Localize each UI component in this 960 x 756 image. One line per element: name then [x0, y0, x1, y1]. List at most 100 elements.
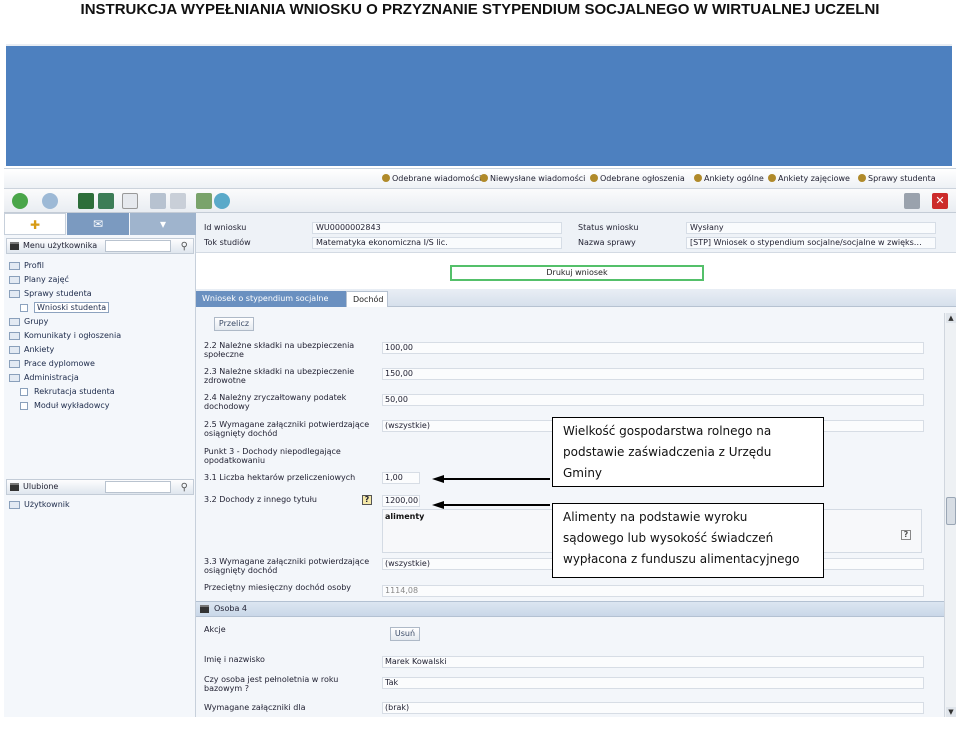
tok-label: Tok studiów — [204, 238, 251, 247]
folder-icon — [9, 501, 20, 509]
field-label: 3.3 Wymagane załączniki potwierdzające o… — [204, 557, 370, 575]
vertical-scrollbar[interactable]: ▲ ▼ — [944, 313, 956, 717]
quick-links-bar: Odebrane wiadomości Niewysłane wiadomośc… — [4, 169, 956, 189]
tools-icon[interactable] — [904, 193, 920, 209]
link-label: Ankiety zajęciowe — [778, 174, 850, 183]
check-icon[interactable] — [196, 193, 212, 209]
sidebar-item[interactable]: Wnioski studenta — [8, 301, 121, 315]
form-tabs: Wniosek o stypendium socjalne Dochód — [196, 289, 956, 307]
person-section-header: Osoba 4 — [196, 601, 944, 617]
favorites-search-input[interactable] — [105, 481, 171, 493]
callout-line: sądowego lub wysokość świadczeń — [563, 531, 774, 545]
folder-icon — [9, 360, 20, 368]
refresh-icon[interactable] — [214, 193, 230, 209]
scroll-thumb[interactable] — [946, 497, 956, 525]
status-label: Status wniosku — [578, 223, 639, 232]
mail-icon[interactable] — [98, 193, 114, 209]
sidebar-tab-home[interactable]: ✚ — [4, 213, 66, 235]
sidebar-item[interactable]: Profil — [8, 259, 121, 273]
tok-value: Matematyka ekonomiczna I/S lic. — [312, 237, 562, 249]
other-income-field[interactable]: 1200,00 — [382, 495, 420, 507]
person-header-label: Osoba 4 — [214, 604, 247, 613]
print-application-button[interactable]: Drukuj wniosek — [450, 265, 704, 281]
tab-income[interactable]: Dochód — [346, 291, 388, 307]
tab-social-scholarship[interactable]: Wniosek o stypendium socjalne — [196, 291, 346, 307]
sidebar-item-label: Moduł wykładowcy — [34, 401, 110, 410]
document-icon — [20, 304, 28, 312]
favorites-header: Ulubione ⚲ — [6, 479, 194, 495]
menu-search-input[interactable] — [105, 240, 171, 252]
person-adult-field[interactable]: Tak — [382, 677, 924, 689]
new-doc-icon[interactable] — [122, 193, 138, 209]
folder-icon — [9, 262, 20, 270]
scroll-down-icon[interactable]: ▼ — [946, 707, 956, 717]
link-received-messages[interactable]: Odebrane wiadomości — [382, 174, 481, 183]
arrow-left-icon — [432, 501, 444, 509]
sidebar-item[interactable]: Grupy — [8, 315, 121, 329]
sidebar-tab-mail[interactable]: ✉ — [67, 213, 129, 235]
status-value: Wysłany — [686, 222, 936, 234]
link-label: Sprawy studenta — [868, 174, 936, 183]
field-label: Wymagane załączniki dla — [204, 703, 306, 712]
person-name-field[interactable]: Marek Kowalski — [382, 656, 924, 668]
document-icon — [20, 388, 28, 396]
sidebar: ✚ ✉ ▾ Menu użytkownika ⚲ Profil Plany zaj… — [4, 213, 196, 717]
field-label: 2.5 Wymagane załączniki potwierdzające o… — [204, 420, 370, 438]
callout-line: wypłacona z funduszu alimentacyjnego — [563, 552, 800, 566]
sidebar-item[interactable]: Moduł wykładowcy — [8, 399, 121, 413]
user-menu-header: Menu użytkownika ⚲ — [6, 238, 194, 254]
field-label: 2.4 Należny zryczałtowany podatek dochod… — [204, 393, 347, 411]
link-class-surveys[interactable]: Ankiety zajęciowe — [768, 174, 850, 183]
help-icon[interactable]: ? — [901, 530, 911, 540]
field-label: Akcje — [204, 625, 226, 634]
sidebar-item[interactable]: Komunikaty i ogłoszenia — [8, 329, 121, 343]
field-label: 2.2 Należne składki na ubezpieczenia spo… — [204, 341, 355, 359]
sidebar-item-label: Profil — [24, 261, 44, 270]
back-arrow-icon[interactable] — [12, 193, 28, 209]
sidebar-item-label: Użytkownik — [24, 500, 70, 509]
search-icon[interactable]: ⚲ — [181, 481, 188, 495]
arrow-line — [440, 478, 550, 480]
folder-icon — [9, 318, 20, 326]
pencil-icon — [480, 174, 488, 182]
field-value[interactable]: 50,00 — [382, 394, 924, 406]
field-value[interactable]: 150,00 — [382, 368, 924, 380]
link-unsent-messages[interactable]: Niewysłane wiadomości — [480, 174, 585, 183]
delete-icon[interactable] — [170, 193, 186, 209]
recalculate-button[interactable]: Przelicz — [214, 317, 254, 331]
sidebar-item[interactable]: Użytkownik — [8, 498, 70, 512]
field-label: 3.1 Liczba hektarów przeliczeniowych — [204, 473, 356, 482]
close-icon[interactable]: ✕ — [932, 193, 948, 209]
search-icon[interactable]: ⚲ — [181, 240, 188, 254]
scroll-up-icon[interactable]: ▲ — [946, 313, 956, 323]
sidebar-item-label: Plany zajęć — [24, 275, 69, 284]
sidebar-item[interactable]: Plany zajęć — [8, 273, 121, 287]
sidebar-item[interactable]: Rekrutacja studenta — [8, 385, 121, 399]
folder-icon — [9, 374, 20, 382]
link-label: Odebrane ogłoszenia — [600, 174, 685, 183]
link-received-announcements[interactable]: Odebrane ogłoszenia — [590, 174, 685, 183]
link-label: Odebrane wiadomości — [392, 174, 482, 183]
panel-icon[interactable] — [78, 193, 94, 209]
remove-person-button[interactable]: Usuń — [390, 627, 420, 641]
callout-line: Alimenty na podstawie wyroku — [563, 510, 748, 524]
sidebar-item[interactable]: Prace dyplomowe — [8, 357, 121, 371]
field-value[interactable]: 100,00 — [382, 342, 924, 354]
sidebar-tab-tree[interactable]: ▾ — [130, 213, 196, 235]
field-label: 2.3 Należne składki na ubezpieczenie zdr… — [204, 367, 355, 385]
link-general-surveys[interactable]: Ankiety ogólne — [694, 174, 764, 183]
link-label: Niewysłane wiadomości — [490, 174, 586, 183]
sidebar-item[interactable]: Ankiety — [8, 343, 121, 357]
link-student-affairs[interactable]: Sprawy studenta — [858, 174, 936, 183]
hectares-field[interactable]: 1,00 — [382, 472, 420, 484]
window-icon — [10, 483, 19, 491]
sidebar-item[interactable]: Sprawy studenta — [8, 287, 121, 301]
person-attachments-field[interactable]: (brak) — [382, 702, 924, 714]
sidebar-item[interactable]: Administracja — [8, 371, 121, 385]
description-text: alimenty — [385, 512, 425, 521]
field-label: 3.2 Dochody z innego tytułu — [204, 495, 318, 504]
help-icon[interactable]: ? — [362, 495, 372, 505]
forward-arrow-icon[interactable] — [42, 193, 58, 209]
menu-header-label: Menu użytkownika — [23, 241, 98, 250]
save-icon[interactable] — [150, 193, 166, 209]
